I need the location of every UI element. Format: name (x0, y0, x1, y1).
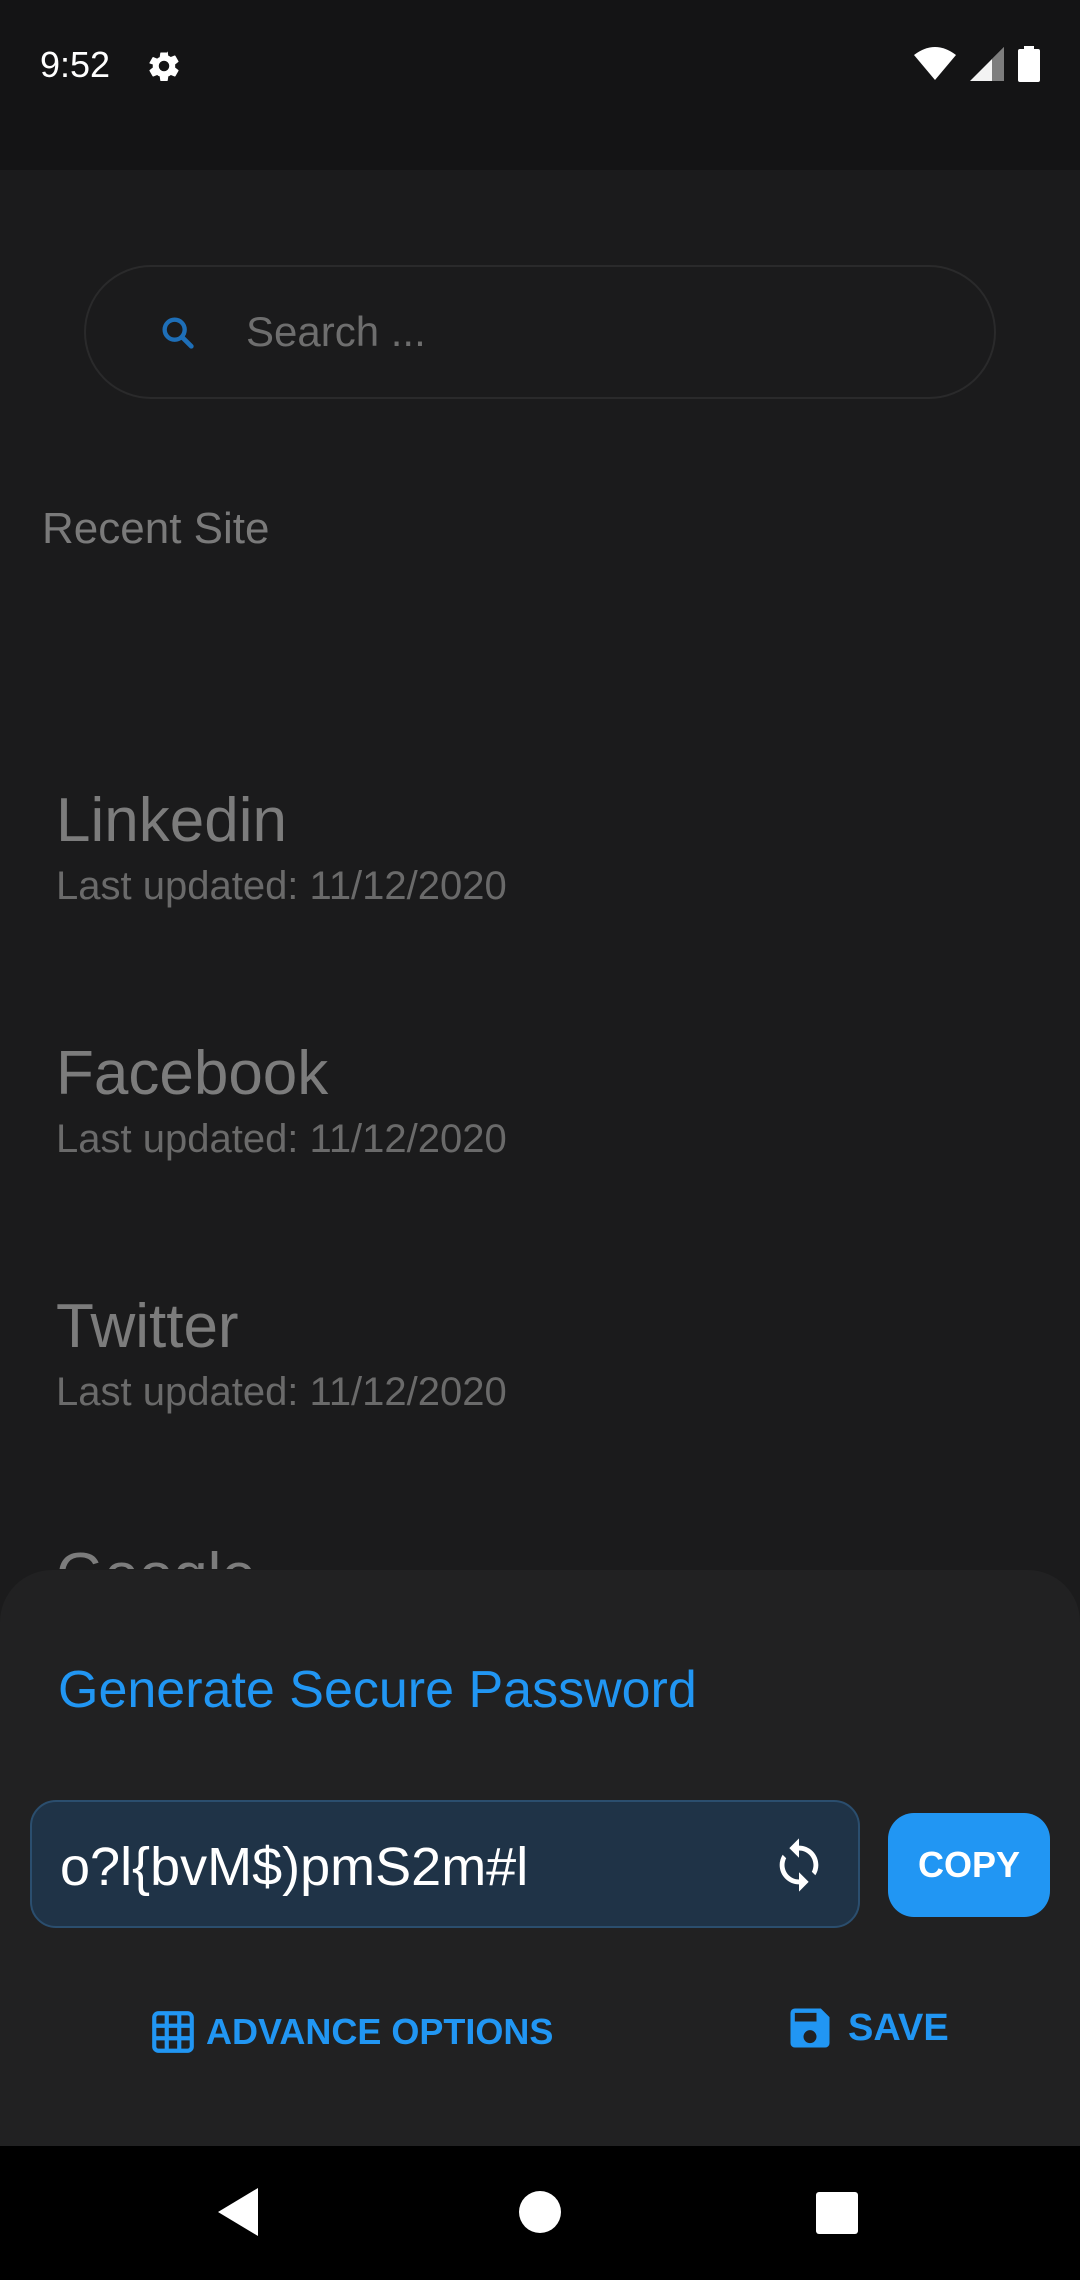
back-icon[interactable] (214, 2186, 260, 2238)
site-item-facebook[interactable]: Facebook Last updated: 11/12/2020 (56, 1043, 956, 1203)
settings-gear-icon (149, 51, 179, 82)
status-bar: 9:52 (0, 0, 1080, 170)
grid-icon (152, 2011, 194, 2053)
site-name: Twitter (56, 1292, 239, 1361)
site-name: Facebook (56, 1039, 329, 1108)
search-bar[interactable] (84, 265, 996, 399)
copy-button[interactable]: COPY (888, 1813, 1050, 1917)
cellular-signal-icon (970, 47, 1004, 81)
recents-icon[interactable] (816, 2192, 858, 2234)
site-item-google[interactable]: Google (56, 1545, 256, 1569)
status-time: 9:52 (40, 44, 111, 85)
sheet-title: Generate Secure Password (58, 1661, 697, 1719)
system-nav-bar (0, 2146, 1080, 2280)
home-icon[interactable] (518, 2190, 562, 2234)
save-label: SAVE (848, 2006, 949, 2049)
site-item-twitter[interactable]: Twitter Last updated: 11/12/2020 (56, 1296, 956, 1456)
save-button[interactable]: SAVE (784, 1998, 949, 2058)
site-name: Linkedin (56, 786, 287, 855)
wifi-icon (914, 47, 956, 80)
status-icons (914, 46, 1040, 82)
battery-icon (1018, 46, 1040, 82)
search-icon (162, 317, 194, 349)
refresh-icon[interactable] (770, 1836, 828, 1894)
recent-site-heading: Recent Site (42, 504, 270, 553)
site-updated-date: Last updated: 11/12/2020 (56, 1117, 507, 1161)
advance-options-label: ADVANCE OPTIONS (206, 2011, 554, 2052)
search-input[interactable] (246, 297, 946, 367)
password-field[interactable]: o?l{bvM$)pmS2m#l (30, 1800, 860, 1928)
site-item-linkedin[interactable]: Linkedin Last updated: 11/12/2020 (56, 790, 956, 950)
generate-password-sheet: Generate Secure Password o?l{bvM$)pmS2m#… (0, 1570, 1080, 2146)
floppy-disk-icon (790, 2008, 830, 2048)
site-updated-date: Last updated: 11/12/2020 (56, 1370, 507, 1414)
generated-password[interactable]: o?l{bvM$)pmS2m#l (60, 1836, 528, 1898)
site-updated-date: Last updated: 11/12/2020 (56, 864, 507, 908)
advance-options-button[interactable]: ADVANCE OPTIONS (148, 2002, 553, 2062)
